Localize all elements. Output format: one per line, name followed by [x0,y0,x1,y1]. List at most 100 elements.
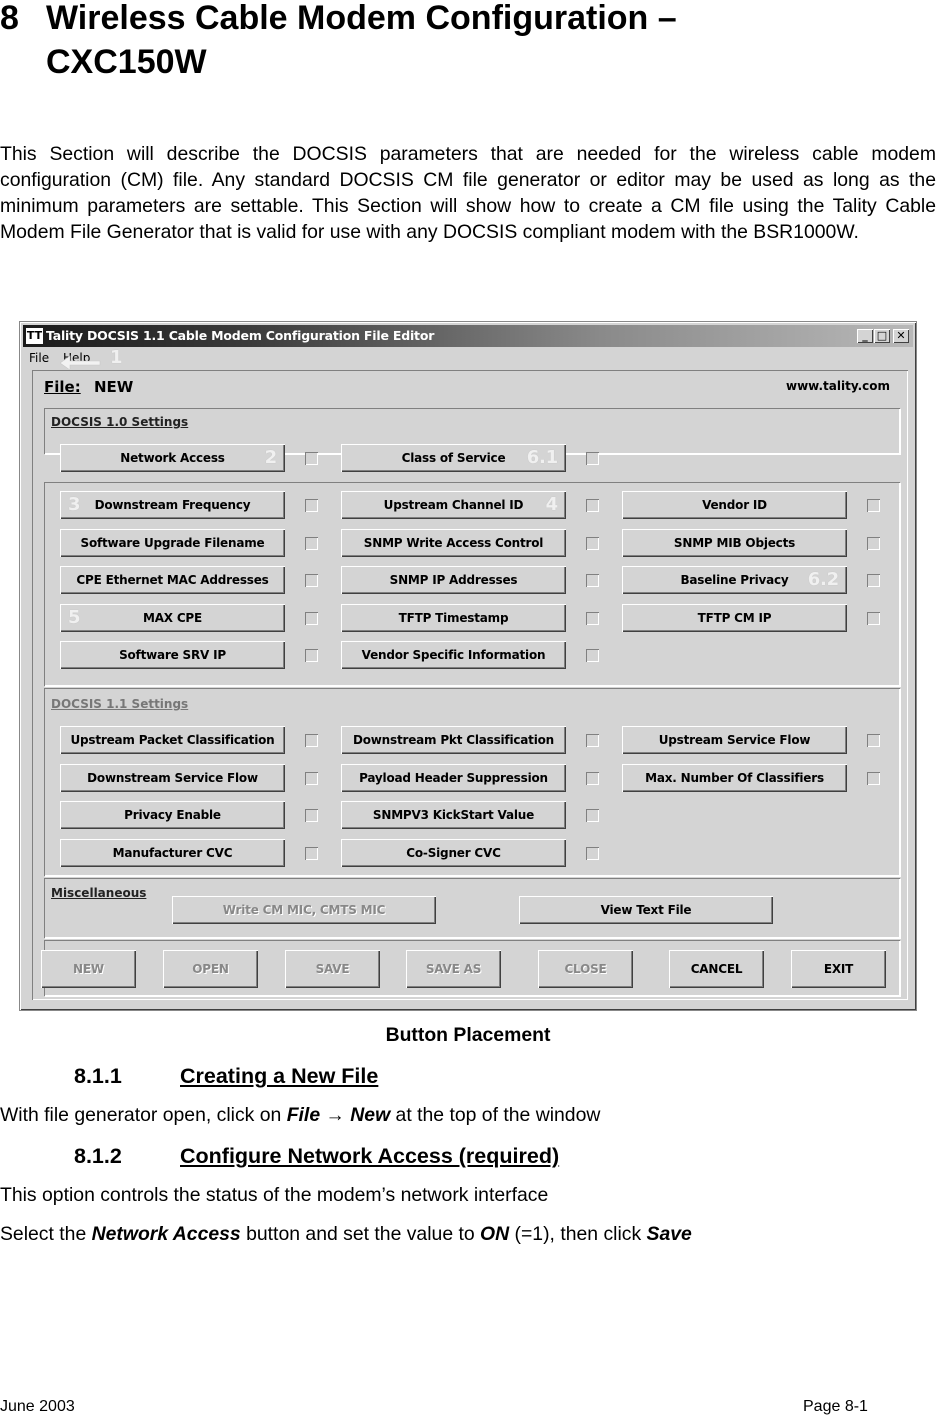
privacy-enable-button[interactable]: Privacy Enable [60,801,285,829]
downstream-pkt-classification-checkbox[interactable] [586,734,599,747]
max-number-of-classifiers-checkbox[interactable] [867,771,880,785]
downstream-service-flow-checkbox[interactable] [305,771,318,785]
maximize-button[interactable]: □ [874,329,890,343]
upstream-channel-id-button[interactable]: Upstream Channel ID 4 [341,491,566,519]
manufacturer-cvc-checkbox[interactable] [305,846,318,860]
payload-header-suppression-button[interactable]: Payload Header Suppression [341,763,566,792]
menu-file[interactable]: File [29,348,49,368]
button-label: Class of Service [401,451,506,465]
cpe-ethernet-mac-addresses-checkbox[interactable] [305,574,318,587]
upstream-channel-id-checkbox[interactable] [586,499,599,512]
close-button[interactable]: CLOSE [538,950,633,988]
vendor-url: www.tality.com [786,379,890,393]
title-bar[interactable]: TT Tality DOCSIS 1.1 Cable Modem Configu… [23,325,913,347]
snmpv3-kickstart-value-button[interactable]: SNMPV3 KickStart Value [341,801,566,829]
snmp-mib-objects-checkbox[interactable] [867,536,880,550]
max-cpe-checkbox[interactable] [305,611,318,625]
button-label: Payload Header Suppression [359,770,548,785]
baseline-privacy-checkbox[interactable] [867,574,880,587]
tality-app-icon[interactable]: TT [26,328,43,344]
upstream-packet-classification-checkbox[interactable] [305,734,318,747]
button-label: SNMP IP Addresses [389,573,518,587]
button-label: SAVE [315,962,350,976]
max-cpe-button[interactable]: MAX CPE 5 [60,603,285,632]
snmp-write-access-control-checkbox[interactable] [586,536,599,550]
exit-button[interactable]: EXIT [791,950,886,988]
software-upgrade-filename-checkbox[interactable] [305,536,318,550]
vendor-id-checkbox[interactable] [867,499,880,512]
tftp-cm-ip-button[interactable]: TFTP CM IP [622,603,847,632]
software-upgrade-filename-button[interactable]: Software Upgrade Filename [60,528,285,557]
step-description: This option controls the status of the m… [0,1184,549,1206]
snmp-ip-addresses-checkbox[interactable] [586,574,599,587]
button-label: Software Upgrade Filename [80,535,265,550]
payload-header-suppression-checkbox[interactable] [586,771,599,785]
upstream-packet-classification-button[interactable]: Upstream Packet Classification [60,726,285,754]
step-emph-network-access: Network Access [91,1223,241,1245]
vendor-id-button[interactable]: Vendor ID [622,491,847,519]
button-label: View Text File [600,903,692,917]
snmp-ip-addresses-button[interactable]: SNMP IP Addresses [341,566,566,594]
figure-caption: Button Placement [385,1024,551,1046]
button-label: Vendor ID [702,498,767,512]
editor-body: File: NEW www.tality.com DOCSIS 1.0 Sett… [32,370,908,1000]
button-label: CLOSE [564,962,607,976]
snmp-write-access-control-button[interactable]: SNMP Write Access Control [341,528,566,557]
vendor-specific-information-checkbox[interactable] [586,649,599,662]
upstream-service-flow-button[interactable]: Upstream Service Flow [622,726,847,754]
footer-page-number: Page 8-1 [803,1398,868,1415]
snmp-mib-objects-button[interactable]: SNMP MIB Objects [622,528,847,557]
manufacturer-cvc-button[interactable]: Manufacturer CVC [60,838,285,867]
button-label: Network Access [120,451,225,465]
button-label: SAVE AS [425,962,482,976]
software-srv-ip-button[interactable]: Software SRV IP [60,641,285,669]
save-button[interactable]: SAVE [285,950,380,988]
section-number: 8.1.1 [74,1064,122,1088]
button-label: Upstream Packet Classification [70,733,275,747]
step-text: (=1), then click [509,1223,647,1245]
step-arrow: → [320,1104,351,1126]
cpe-ethernet-mac-addresses-button[interactable]: CPE Ethernet MAC Addresses [60,566,285,594]
software-srv-ip-checkbox[interactable] [305,649,318,662]
cancel-button[interactable]: CANCEL [669,950,764,988]
close-button[interactable]: ✕ [893,329,909,343]
minimize-button[interactable]: _ [857,329,873,343]
class-of-service-button[interactable]: Class of Service 6.1 [341,444,566,472]
annotation-label: 6.2 [807,569,839,590]
tftp-cm-ip-checkbox[interactable] [867,611,880,625]
tftp-timestamp-checkbox[interactable] [586,611,599,625]
network-access-checkbox[interactable] [305,452,318,465]
chapter-title-line2: CXC150W [46,43,207,81]
network-access-button[interactable]: Network Access 2 [60,444,285,472]
section-number: 8.1.2 [74,1144,122,1168]
downstream-frequency-button[interactable]: Downstream Frequency 3 [60,491,285,519]
snmpv3-kickstart-value-checkbox[interactable] [586,809,599,822]
button-label: Max. Number Of Classifiers [645,770,824,785]
class-of-service-checkbox[interactable] [586,452,599,465]
privacy-enable-checkbox[interactable] [305,809,318,822]
open-button[interactable]: OPEN [163,950,258,988]
downstream-service-flow-button[interactable]: Downstream Service Flow [60,763,285,792]
file-editor-window: TT Tality DOCSIS 1.1 Cable Modem Configu… [19,321,917,1011]
vendor-specific-information-button[interactable]: Vendor Specific Information [341,641,566,669]
tftp-timestamp-button[interactable]: TFTP Timestamp [341,603,566,632]
button-label: SNMPV3 KickStart Value [372,808,535,822]
co-signer-cvc-button[interactable]: Co-Signer CVC [341,838,566,867]
downstream-frequency-checkbox[interactable] [305,499,318,512]
button-label: Co-Signer CVC [406,845,501,860]
write-cm-mic-cmts-mic-button[interactable]: Write CM MIC, CMTS MIC [172,896,436,924]
upstream-service-flow-checkbox[interactable] [867,734,880,747]
baseline-privacy-button[interactable]: Baseline Privacy 6.2 [622,566,847,594]
button-label: MAX CPE [142,610,203,625]
co-signer-cvc-checkbox[interactable] [586,846,599,860]
annotation-label: 3 [68,494,81,515]
max-number-of-classifiers-button[interactable]: Max. Number Of Classifiers [622,763,847,792]
new-button[interactable]: NEW [41,950,136,988]
step-network-access: Select the Network Access button and set… [0,1223,692,1246]
downstream-pkt-classification-button[interactable]: Downstream Pkt Classification [341,726,566,754]
button-label: Upstream Service Flow [658,733,811,747]
annotation-label: 6.1 [526,447,558,468]
view-text-file-button[interactable]: View Text File [519,896,773,924]
save-as-button[interactable]: SAVE AS [406,950,501,988]
button-label: Manufacturer CVC [112,845,233,860]
